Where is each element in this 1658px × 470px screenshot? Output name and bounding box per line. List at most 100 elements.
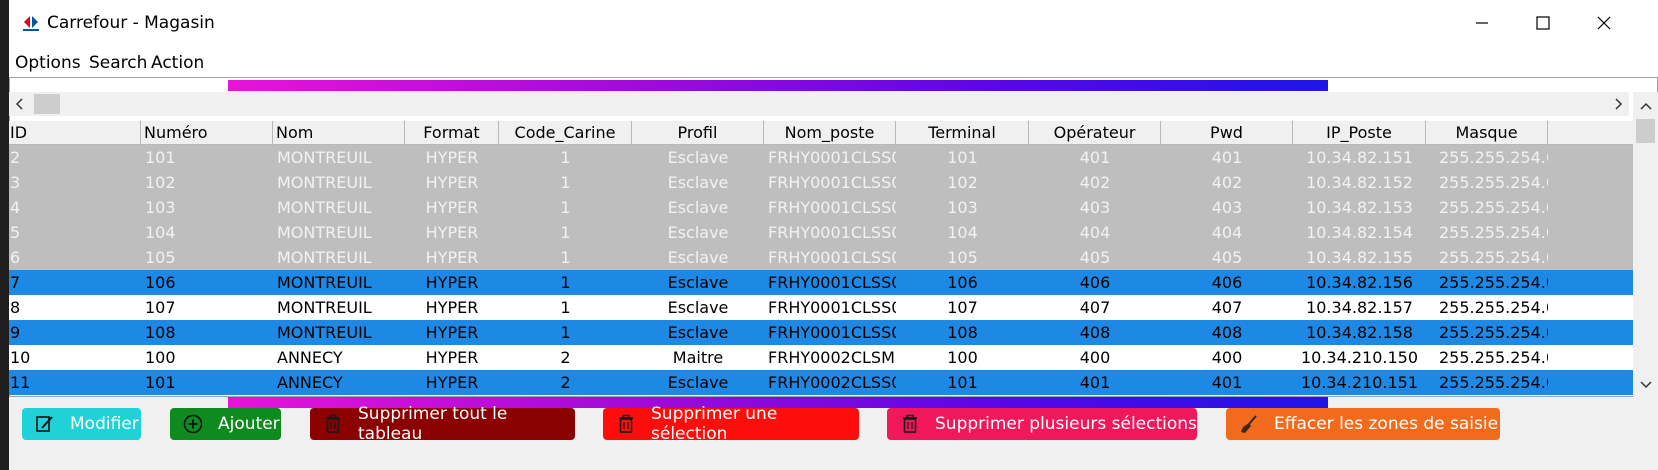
table-row[interactable]: 8 107 MONTREUIL HYPER 1 Esclave FRHY0001CLSS0 1…: [9, 295, 1633, 320]
cell-terminal: 100: [947, 348, 978, 367]
scroll-left-button[interactable]: [9, 92, 31, 116]
scroll-up-button[interactable]: [1633, 92, 1658, 118]
column-header-profil[interactable]: Profil: [632, 121, 764, 144]
cell-masque: 255.255.254.0: [1439, 298, 1548, 317]
cell-terminal: 104: [947, 223, 978, 242]
column-header-num-ro[interactable]: Numéro: [141, 121, 273, 144]
maximize-button[interactable]: [1520, 3, 1566, 45]
cell-nom-poste: FRHY0001CLSS0: [768, 173, 896, 192]
cell-pwd: 404: [1211, 223, 1243, 242]
minimize-button[interactable]: [1459, 3, 1505, 45]
cell-nom-poste: FRHY0001CLSS0: [768, 248, 896, 267]
cell-format: HYPER: [425, 223, 479, 242]
supprimer-tout-label: Supprimer tout le tableau: [358, 404, 508, 444]
supprimer-plusieurs-label: Supprimer plusieurs sélections: [935, 414, 1197, 434]
cell-pwd: 406: [1211, 273, 1243, 292]
cell-id: 2: [10, 148, 21, 167]
cell-op-rateur: 407: [1079, 298, 1111, 317]
table-row[interactable]: 2 101 MONTREUIL HYPER 1 Esclave FRHY0001CLSS0 1…: [9, 145, 1633, 170]
cell-nom: ANNECY: [277, 373, 343, 392]
cell-nom: MONTREUIL: [277, 173, 372, 192]
horizontal-scroll-thumb[interactable]: [34, 94, 60, 114]
cell-profil: Esclave: [667, 323, 729, 342]
table-row[interactable]: 10 100 ANNECY HYPER 2 Maitre FRHY0002CLSM(100 4…: [9, 345, 1633, 370]
column-header-format[interactable]: Format: [405, 121, 499, 144]
cell-nom: ANNECY: [277, 348, 343, 367]
cell-nom: MONTREUIL: [277, 323, 372, 342]
trash-icon: [899, 413, 921, 435]
cell-nom: MONTREUIL: [277, 248, 372, 267]
cell-format: HYPER: [425, 198, 479, 217]
cell-code-carine: 1: [560, 298, 571, 317]
column-header-ip-poste[interactable]: IP_Poste: [1293, 121, 1426, 144]
cell-num-ro: 103: [145, 198, 176, 217]
scroll-down-button[interactable]: [1633, 371, 1658, 397]
maximize-icon: [1536, 15, 1550, 34]
cell-nom-poste: FRHY0002CLSM(: [768, 348, 896, 367]
edit-icon: [34, 413, 56, 435]
cell-ip-poste: 10.34.82.151: [1306, 148, 1413, 167]
window-title: Carrefour - Magasin: [47, 13, 215, 33]
cell-masque: 255.255.254.0: [1439, 323, 1548, 342]
column-header-terminal[interactable]: Terminal: [896, 121, 1029, 144]
supprimer-selection-button[interactable]: Supprimer une sélection: [603, 404, 859, 444]
cell-masque: 255.255.254.0: [1439, 173, 1548, 192]
column-header-id[interactable]: ID: [9, 121, 141, 144]
chevron-up-icon: [1639, 96, 1652, 115]
cell-masque: 255.255.254.0: [1439, 373, 1548, 392]
ajouter-button[interactable]: Ajouter: [170, 408, 281, 440]
modifier-button[interactable]: Modifier: [22, 408, 141, 440]
cell-profil: Esclave: [667, 148, 729, 167]
cell-pwd: 401: [1211, 148, 1243, 167]
cell-nom-poste: FRHY0001CLSS0: [768, 323, 896, 342]
cell-code-carine: 1: [560, 273, 571, 292]
cell-terminal: 105: [947, 248, 978, 267]
cell-id: 4: [10, 198, 21, 217]
supprimer-selection-label: Supprimer une sélection: [651, 404, 778, 444]
table-row[interactable]: 11 101 ANNECY HYPER 2 Esclave FRHY0002CLSS0 101…: [9, 370, 1633, 395]
cell-code-carine: 2: [560, 373, 571, 392]
table-row[interactable]: 6 105 MONTREUIL HYPER 1 Esclave FRHY0001CLSS0 1…: [9, 245, 1633, 270]
cell-pwd: 400: [1211, 348, 1243, 367]
column-header-pwd[interactable]: Pwd: [1161, 121, 1293, 144]
cell-num-ro: 105: [145, 248, 176, 267]
cell-format: HYPER: [425, 348, 479, 367]
supprimer-plusieurs-button[interactable]: Supprimer plusieurs sélections: [887, 408, 1197, 440]
chevron-right-icon: [1613, 95, 1623, 114]
title-bar: Carrefour - Magasin: [9, 0, 1658, 50]
close-icon: [1597, 15, 1611, 34]
horizontal-scrollbar[interactable]: [9, 92, 1629, 116]
vertical-scroll-thumb[interactable]: [1636, 119, 1655, 143]
cell-profil: Esclave: [667, 373, 729, 392]
menu-options[interactable]: Options: [15, 53, 81, 73]
effacer-zones-button[interactable]: Effacer les zones de saisie: [1226, 408, 1500, 440]
cell-terminal: 108: [947, 323, 978, 342]
vertical-scrollbar[interactable]: [1633, 92, 1658, 397]
table-row[interactable]: 4 103 MONTREUIL HYPER 1 Esclave FRHY0001CLSS0 1…: [9, 195, 1633, 220]
cell-nom: MONTREUIL: [277, 223, 372, 242]
column-header-code-carine[interactable]: Code_Carine: [499, 121, 632, 144]
column-header-op-rateur[interactable]: Opérateur: [1029, 121, 1161, 144]
supprimer-tout-button[interactable]: Supprimer tout le tableau: [310, 404, 575, 444]
column-header-masque[interactable]: Masque: [1426, 121, 1548, 144]
cell-pwd: 403: [1211, 198, 1243, 217]
scroll-right-button[interactable]: [1607, 92, 1629, 116]
cell-num-ro: 102: [145, 173, 176, 192]
close-button[interactable]: [1581, 3, 1627, 45]
cell-code-carine: 2: [560, 348, 571, 367]
cell-num-ro: 104: [145, 223, 176, 242]
effacer-zones-label: Effacer les zones de saisie: [1274, 414, 1499, 434]
table-row[interactable]: 5 104 MONTREUIL HYPER 1 Esclave FRHY0001CLSS0 1…: [9, 220, 1633, 245]
column-header-nom[interactable]: Nom: [273, 121, 405, 144]
cell-nom: MONTREUIL: [277, 198, 372, 217]
menu-action[interactable]: Action: [151, 53, 204, 73]
table-row[interactable]: 9 108 MONTREUIL HYPER 1 Esclave FRHY0001CLSS0 1…: [9, 320, 1633, 345]
table-row[interactable]: 3 102 MONTREUIL HYPER 1 Esclave FRHY0001CLSS0 1…: [9, 170, 1633, 195]
cell-terminal: 101: [947, 148, 978, 167]
menu-search[interactable]: Search: [89, 53, 147, 73]
cell-nom-poste: FRHY0002CLSS0: [768, 373, 896, 392]
cell-nom-poste: FRHY0001CLSS0: [768, 198, 896, 217]
cell-code-carine: 1: [560, 173, 571, 192]
table-row[interactable]: 7 106 MONTREUIL HYPER 1 Esclave FRHY0001CLSS0 1…: [9, 270, 1633, 295]
column-header-nom-poste[interactable]: Nom_poste: [764, 121, 896, 144]
